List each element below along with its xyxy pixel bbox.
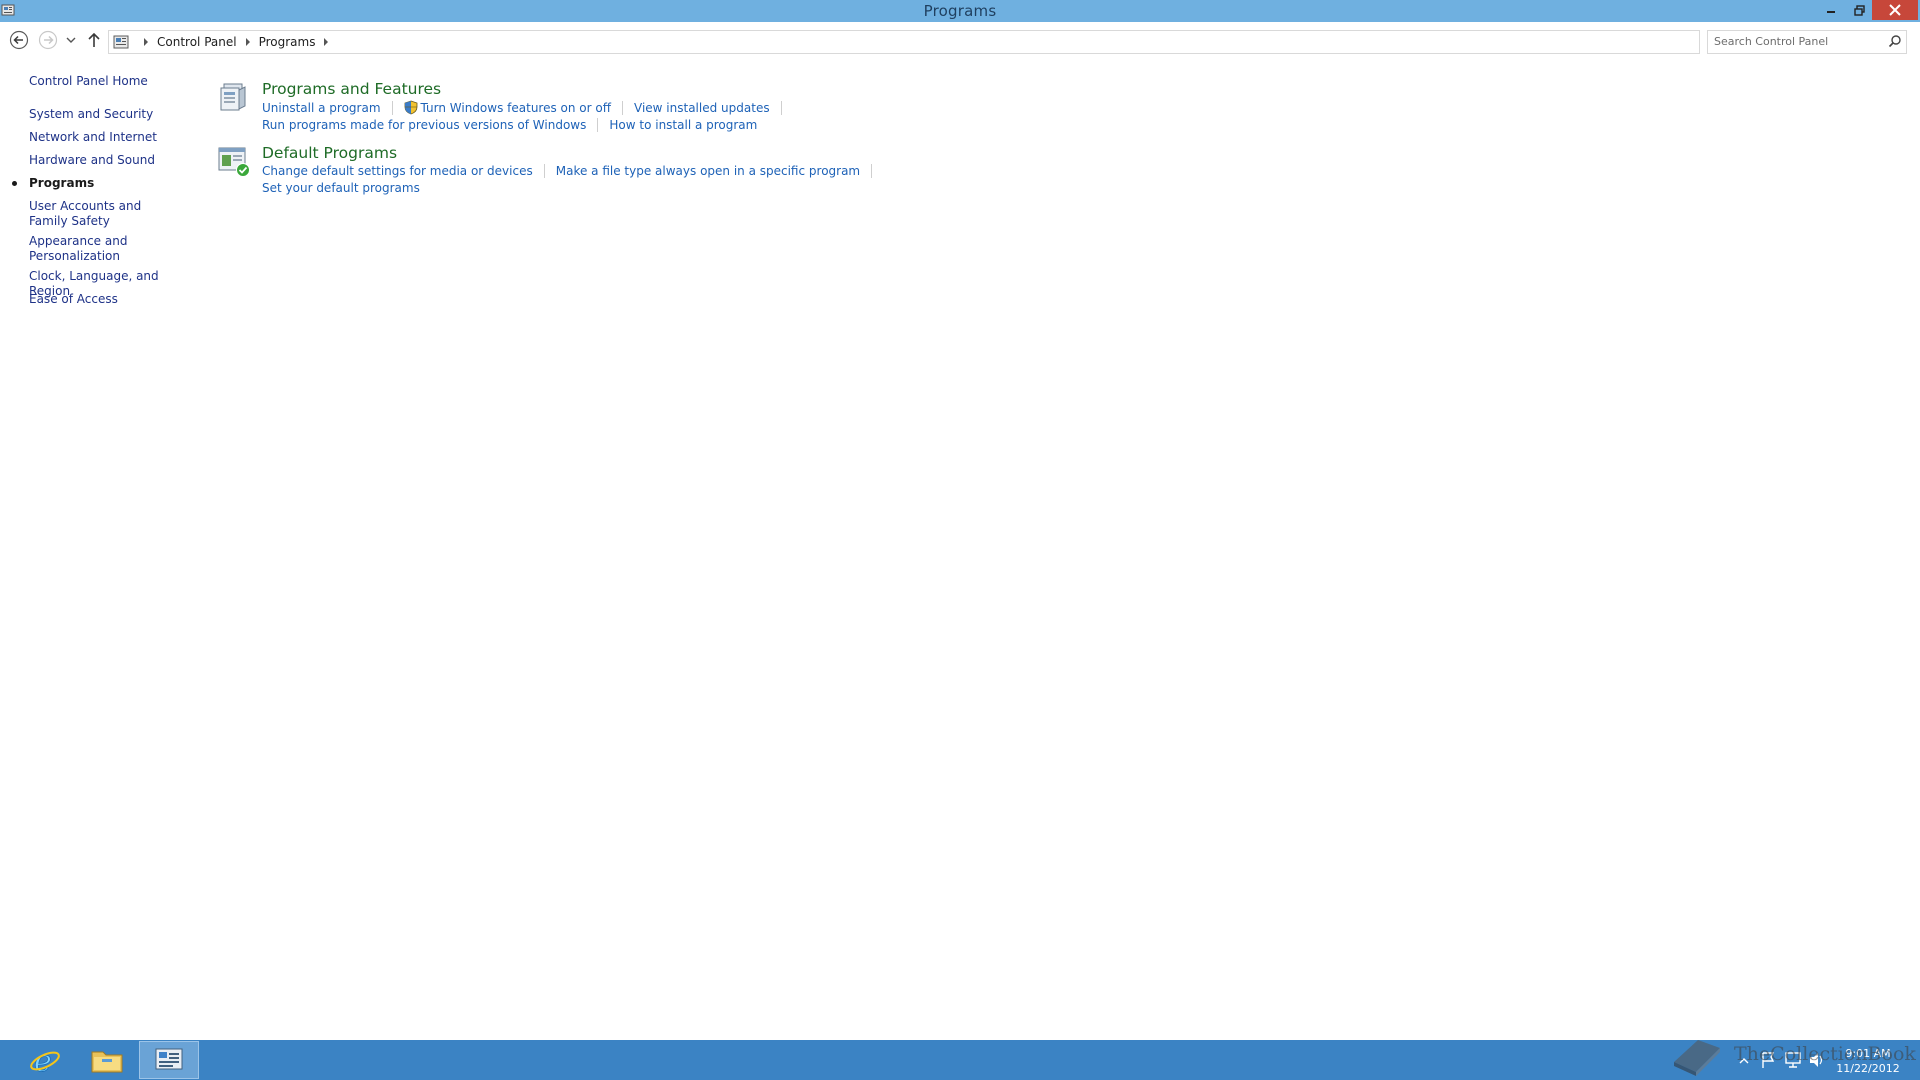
window-title: Programs [923,2,997,20]
programs-and-features-link[interactable]: Programs and Features [262,80,441,98]
change-default-media-settings-link[interactable]: Change default settings for media or dev… [262,164,533,178]
minimize-button[interactable] [1816,0,1846,20]
programs-features-tasks-row-1: Uninstall a program Turn Windows feature… [262,100,793,115]
search-input[interactable] [1712,32,1876,50]
taskbar-control-panel[interactable] [139,1041,199,1079]
up-arrow-icon[interactable] [86,31,102,49]
programs-features-icon[interactable] [217,80,251,114]
control-panel-icon [113,35,129,49]
sidebar-item-system-and-security[interactable]: System and Security [29,107,189,122]
restore-button[interactable] [1846,0,1872,20]
sidebar-item-network-and-internet[interactable]: Network and Internet [29,130,189,145]
default-programs-icon[interactable] [217,144,251,178]
navigation-bar: Control Panel Programs [0,22,1920,60]
back-arrow-icon[interactable] [9,30,29,50]
divider [543,164,545,178]
forward-arrow-icon[interactable] [38,30,58,50]
watermark-text: TheCollectionBook [1734,1043,1916,1065]
recent-locations-chevron-icon[interactable] [66,34,76,46]
default-programs-link[interactable]: Default Programs [262,144,397,162]
file-explorer-icon [91,1051,123,1073]
set-default-programs-link[interactable]: Set your default programs [262,181,420,195]
sidebar-item-control-panel-home[interactable]: Control Panel Home [29,74,189,89]
view-installed-updates-link[interactable]: View installed updates [634,101,770,115]
sidebar-item-user-accounts[interactable]: User Accounts and Family Safety [29,199,179,229]
sidebar-item-ease-of-access[interactable]: Ease of Access [29,292,189,307]
watermark: TheCollectionBook [1668,1030,1916,1080]
title-bar: Programs [0,0,1920,22]
search-box [1707,30,1907,54]
breadcrumb-chevron-icon[interactable] [324,38,329,46]
minimize-icon [1827,11,1835,13]
active-bullet-icon [12,181,17,186]
default-programs-tasks-row-2: Set your default programs [262,181,420,195]
taskbar-internet-explorer[interactable]: e [15,1041,75,1079]
close-button[interactable] [1872,0,1918,20]
default-programs-tasks-row-1: Change default settings for media or dev… [262,164,883,178]
sidebar-item-appearance[interactable]: Appearance and Personalization [29,234,129,264]
breadcrumb-chevron-icon[interactable] [144,38,148,46]
breadcrumb-chevron-icon[interactable] [245,38,250,46]
close-icon [1889,4,1901,16]
how-to-install-program-link[interactable]: How to install a program [609,118,757,132]
taskbar: e 9:01 AM 11/22/2012 [0,1040,1920,1080]
turn-windows-features-link[interactable]: Turn Windows features on or off [421,101,612,115]
address-bar[interactable]: Control Panel Programs [108,30,1793,54]
internet-explorer-icon: e [30,1044,60,1076]
divider [871,164,873,178]
run-older-programs-link[interactable]: Run programs made for previous versions … [262,118,586,132]
uninstall-program-link[interactable]: Uninstall a program [262,101,381,115]
sidebar-item-hardware-and-sound[interactable]: Hardware and Sound [29,153,189,168]
divider [622,100,624,115]
breadcrumb-control-panel[interactable]: Control Panel [157,35,237,49]
file-type-association-link[interactable]: Make a file type always open in a specif… [556,164,860,178]
control-panel-icon [155,1048,183,1070]
divider [780,100,782,115]
divider [391,100,393,115]
book-logo-icon [1674,1040,1720,1076]
divider [597,118,599,132]
breadcrumb: Control Panel Programs [135,31,337,53]
breadcrumb-programs[interactable]: Programs [259,35,316,49]
search-icon[interactable] [1888,34,1902,48]
taskbar-file-explorer[interactable] [77,1041,137,1079]
programs-features-tasks-row-2: Run programs made for previous versions … [262,118,757,132]
restore-icon [1853,4,1865,16]
uac-shield-icon [404,100,417,115]
sidebar-item-programs: Programs [29,176,95,190]
